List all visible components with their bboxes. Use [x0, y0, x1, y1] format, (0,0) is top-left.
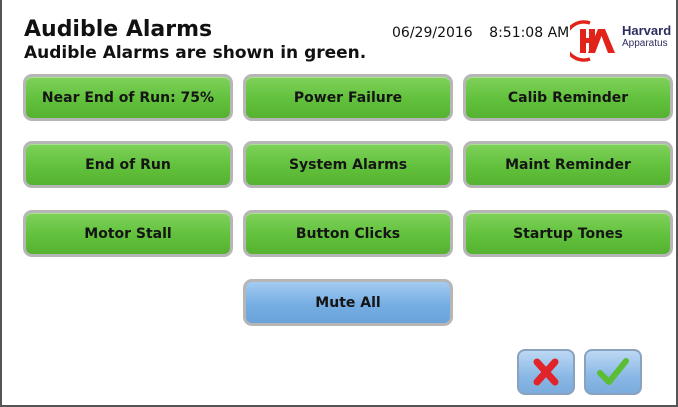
- alarm-button-button-clicks[interactable]: Button Clicks: [243, 210, 453, 257]
- alarm-button-startup-tones[interactable]: Startup Tones: [463, 210, 673, 257]
- audible-alarms-screen: Audible Alarms Audible Alarms are shown …: [0, 0, 678, 407]
- alarm-button-maint-reminder[interactable]: Maint Reminder: [463, 141, 673, 188]
- alarm-button-label: Motor Stall: [84, 225, 172, 242]
- alarm-button-label: Power Failure: [293, 89, 403, 106]
- date-text: 06/29/2016: [392, 25, 473, 41]
- alarm-button-label: Maint Reminder: [505, 156, 631, 173]
- alarm-button-label: Startup Tones: [513, 225, 623, 242]
- alarm-button-motor-stall[interactable]: Motor Stall: [23, 210, 233, 257]
- alarm-button-label: Near End of Run: 75%: [41, 89, 215, 106]
- ha-logo-mark: [563, 20, 615, 62]
- x-icon: [533, 358, 559, 386]
- alarm-button-end-of-run[interactable]: End of Run: [23, 141, 233, 188]
- alarm-button-label: Calib Reminder: [507, 89, 629, 106]
- time-text: 8:51:08 AM: [489, 25, 570, 41]
- alarm-button-label: Button Clicks: [295, 225, 401, 242]
- page-subtitle: Audible Alarms are shown in green.: [24, 43, 367, 63]
- page-title: Audible Alarms: [24, 17, 213, 42]
- confirm-button[interactable]: [584, 349, 642, 395]
- check-icon: [597, 358, 629, 385]
- alarm-button-calib-reminder[interactable]: Calib Reminder: [463, 74, 673, 121]
- alarm-button-label: System Alarms: [288, 156, 408, 173]
- alarm-button-system-alarms[interactable]: System Alarms: [243, 141, 453, 188]
- alarm-button-label: End of Run: [85, 156, 171, 173]
- cancel-button[interactable]: [517, 349, 575, 395]
- alarm-button-near-end-of-run[interactable]: Near End of Run: 75%: [23, 74, 233, 121]
- datetime-display: 06/29/2016 8:51:08 AM: [392, 25, 569, 41]
- mute-all-label: Mute All: [315, 294, 381, 311]
- alarm-button-power-failure[interactable]: Power Failure: [243, 74, 453, 121]
- harvard-apparatus-logo: Harvard Apparatus: [563, 20, 678, 62]
- logo-line-1: Harvard: [622, 23, 672, 38]
- mute-all-button[interactable]: Mute All: [243, 279, 453, 326]
- logo-line-2: Apparatus: [622, 38, 668, 49]
